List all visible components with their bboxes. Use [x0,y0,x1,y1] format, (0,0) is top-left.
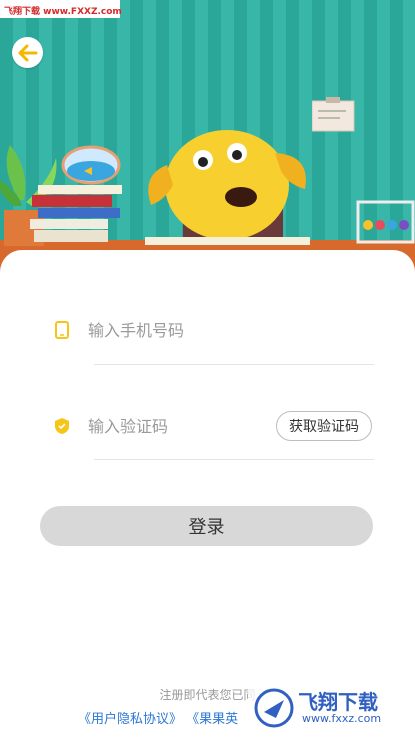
verification-code-input[interactable] [88,412,258,440]
shield-icon [53,417,71,435]
watermark-url: www.fxxz.com [302,712,382,725]
watermark-title: 飞翔下载 [298,690,378,714]
books-illustration [30,145,122,242]
watermark-bottom-logo: 飞翔下载 www.fxxz.com [248,682,408,734]
phone-input-underline [94,364,374,365]
arrow-left-icon [18,44,37,61]
terms-link[interactable]: 《果果英 [186,712,238,727]
hero-illustration [0,0,415,272]
phone-icon [53,321,71,339]
agreement-links: 《用户隐私协议》 《果果英 [78,708,238,727]
get-code-button[interactable]: 获取验证码 [276,411,372,441]
phone-input[interactable] [88,316,268,344]
code-input-underline [94,459,374,460]
note-board-illustration [312,97,355,132]
login-button[interactable]: 登录 [40,506,373,546]
agreement-prefix-text: 注册即代表您已同 [159,688,256,702]
back-button[interactable] [12,37,43,68]
watermark-logo-icon [254,688,294,728]
privacy-policy-link[interactable]: 《用户隐私协议》 [78,712,182,727]
abacus-illustration [356,200,415,244]
dog-illustration [145,130,310,245]
watermark-top-banner: 飞翔下载 www.FXXZ.com [0,0,122,18]
